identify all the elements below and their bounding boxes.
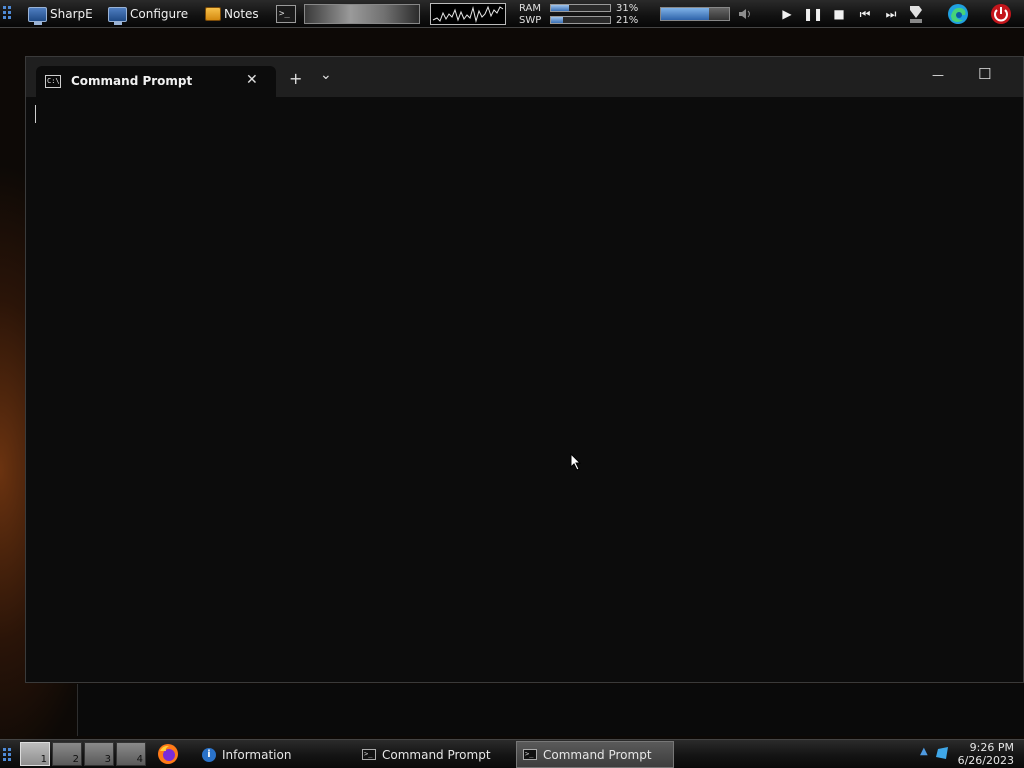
volume-slider-fill bbox=[661, 8, 709, 20]
workspace-2[interactable]: 2 bbox=[52, 742, 82, 766]
maximize-icon[interactable]: ☐ bbox=[978, 65, 991, 83]
ram-label: RAM bbox=[519, 3, 542, 14]
next-icon[interactable]: ⏭ bbox=[881, 0, 901, 28]
title-bar[interactable]: C:\ Command Prompt ✕ + ⌄ — ☐ bbox=[26, 57, 1023, 97]
tab-dropdown-icon[interactable]: ⌄ bbox=[320, 67, 332, 83]
notes-icon bbox=[205, 7, 221, 21]
task-information[interactable]: i Information bbox=[196, 741, 346, 768]
task-label: Command Prompt bbox=[543, 747, 652, 762]
speaker-icon[interactable] bbox=[737, 7, 753, 24]
power-icon[interactable] bbox=[990, 3, 1012, 28]
task-command-prompt-active[interactable]: >_ Command Prompt bbox=[516, 741, 674, 768]
monitor-icon bbox=[28, 6, 47, 25]
volume-slider[interactable] bbox=[660, 7, 730, 21]
task-command-prompt[interactable]: >_ Command Prompt bbox=[356, 741, 512, 768]
swp-bar bbox=[550, 16, 611, 24]
close-tab-icon[interactable]: ✕ bbox=[246, 72, 258, 88]
shortcut-icon[interactable] bbox=[907, 4, 925, 27]
swp-percent: 21% bbox=[616, 15, 639, 26]
top-panel: SharpE Configure Notes >_ RAM SWP 31% 21… bbox=[0, 0, 1024, 28]
cpu-meter bbox=[304, 4, 420, 24]
start-menu-icon[interactable] bbox=[3, 748, 11, 761]
minimize-icon[interactable]: — bbox=[932, 68, 944, 82]
pause-icon[interactable]: ❚❚ bbox=[803, 0, 823, 28]
ram-percent: 31% bbox=[616, 3, 639, 14]
launcher-configure-label: Configure bbox=[130, 7, 189, 21]
edge-icon[interactable] bbox=[947, 3, 969, 28]
clock[interactable]: 9:26 PM 6/26/2023 bbox=[958, 741, 1014, 767]
text-cursor bbox=[35, 105, 36, 123]
network-graph bbox=[430, 3, 506, 25]
new-tab-icon[interactable]: + bbox=[289, 69, 302, 88]
previous-icon[interactable]: ⏮ bbox=[855, 0, 875, 28]
task-label: Command Prompt bbox=[382, 747, 491, 762]
tab-command-prompt[interactable]: C:\ Command Prompt ✕ bbox=[36, 66, 276, 97]
prompt-icon: >_ bbox=[523, 749, 537, 760]
network-tray-icon[interactable] bbox=[936, 745, 950, 764]
start-menu-icon[interactable] bbox=[3, 6, 11, 19]
firefox-icon[interactable] bbox=[157, 743, 179, 768]
clock-time: 9:26 PM bbox=[969, 741, 1014, 754]
play-icon[interactable]: ▶ bbox=[777, 0, 797, 28]
launcher-notes[interactable]: Notes bbox=[205, 0, 259, 28]
command-prompt-icon: C:\ bbox=[45, 75, 61, 88]
workspace-3[interactable]: 3 bbox=[84, 742, 114, 766]
stop-icon[interactable]: ■ bbox=[829, 0, 849, 28]
swp-bar-fill bbox=[551, 17, 564, 23]
tab-title: Command Prompt bbox=[71, 74, 193, 88]
taskbar: 1 2 3 4 i Information >_ Command Prompt … bbox=[0, 739, 1024, 768]
task-label: Information bbox=[222, 747, 292, 762]
prompt-icon: >_ bbox=[362, 749, 376, 760]
workspace-1[interactable]: 1 bbox=[20, 742, 50, 766]
tray-expand-icon[interactable]: ▲ bbox=[920, 746, 928, 757]
launcher-sharpe[interactable]: SharpE bbox=[28, 0, 93, 28]
mouse-pointer-icon bbox=[570, 452, 582, 474]
terminal-output[interactable] bbox=[26, 97, 1023, 683]
monitor-icon bbox=[108, 6, 127, 25]
launcher-configure[interactable]: Configure bbox=[108, 0, 188, 28]
ram-bar bbox=[550, 4, 611, 12]
clock-date: 6/26/2023 bbox=[957, 754, 1014, 767]
launcher-sharpe-label: SharpE bbox=[50, 7, 93, 21]
info-icon: i bbox=[202, 747, 216, 762]
terminal-window[interactable]: C:\ Command Prompt ✕ + ⌄ — ☐ bbox=[25, 56, 1024, 683]
ram-bar-fill bbox=[551, 5, 570, 11]
workspace-4[interactable]: 4 bbox=[116, 742, 146, 766]
swp-label: SWP bbox=[519, 15, 542, 26]
desktop-panel bbox=[77, 684, 1024, 736]
launcher-notes-label: Notes bbox=[224, 7, 259, 21]
network-graph-line bbox=[432, 5, 504, 23]
terminal-launcher-icon[interactable]: >_ bbox=[276, 5, 296, 23]
